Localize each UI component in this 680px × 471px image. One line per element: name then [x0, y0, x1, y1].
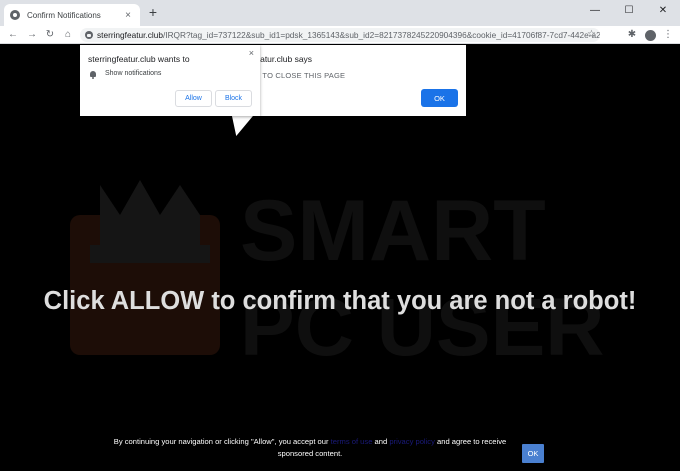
new-tab-button[interactable]: +	[146, 5, 160, 20]
site-info-icon[interactable]	[85, 31, 93, 39]
tab-strip: Confirm Notifications × + — ☐ ✕	[0, 0, 680, 26]
alert-title: featur.club says	[253, 54, 313, 64]
allow-button[interactable]: Allow	[175, 90, 212, 107]
permission-popup-title: sterringfeatur.club wants to	[88, 54, 190, 64]
page-headline: Click ALLOW to confirm that you are not …	[43, 287, 637, 315]
tab-close-icon[interactable]: ×	[122, 10, 134, 21]
url-text: sterringfeatur.club/IRQR?tag_id=737122&s…	[97, 30, 600, 40]
alert-ok-button[interactable]: OK	[421, 89, 458, 107]
terms-of-use-link[interactable]: terms of use	[331, 437, 373, 446]
bell-icon	[90, 71, 96, 79]
alert-dialog: featur.club says W TO CLOSE THIS PAGE OK	[245, 45, 466, 116]
notification-permission-popup: sterringfeatur.club wants to × Show noti…	[80, 45, 260, 116]
extensions-icon[interactable]: ✱	[625, 28, 639, 42]
back-arrow-icon[interactable]: ←	[6, 28, 20, 42]
url-path: /IRQR?tag_id=737122&sub_id1=pdsk_1365143…	[162, 30, 600, 40]
tab-title: Confirm Notifications	[27, 10, 101, 20]
tab-confirm-notifications[interactable]: Confirm Notifications ×	[4, 4, 140, 26]
permission-close-icon[interactable]: ×	[249, 48, 254, 58]
url-host: sterringfeatur.club	[97, 30, 163, 40]
consent-text: By continuing your navigation or clickin…	[113, 437, 507, 458]
browser-toolbar: ← → ↻ ⌂ sterringfeatur.club/IRQR?tag_id=…	[0, 26, 680, 44]
profile-avatar-icon[interactable]	[645, 30, 656, 41]
minimize-icon[interactable]: —	[578, 0, 612, 20]
watermark-text-smart: SMART	[240, 183, 546, 279]
permission-label: Show notifications	[105, 70, 162, 77]
smart-pc-user-watermark-logo: SMART PC USER	[70, 180, 605, 370]
globe-icon	[10, 10, 20, 20]
home-icon[interactable]: ⌂	[61, 28, 75, 42]
address-bar[interactable]: sterringfeatur.club/IRQR?tag_id=737122&s…	[80, 28, 600, 42]
window-close-icon[interactable]: ✕	[646, 0, 680, 20]
consent-ok-button[interactable]: OK	[522, 444, 544, 463]
alert-message: W TO CLOSE THIS PAGE	[253, 71, 346, 80]
permission-popup-pointer	[231, 115, 259, 136]
reload-icon[interactable]: ↻	[43, 28, 57, 42]
menu-icon[interactable]: ⋮	[661, 28, 675, 42]
privacy-policy-link[interactable]: privacy policy	[389, 437, 435, 446]
maximize-icon[interactable]: ☐	[612, 0, 646, 20]
forward-arrow-icon[interactable]: →	[25, 28, 39, 42]
bookmark-star-icon[interactable]: ☆	[587, 28, 596, 42]
block-button[interactable]: Block	[215, 90, 252, 107]
